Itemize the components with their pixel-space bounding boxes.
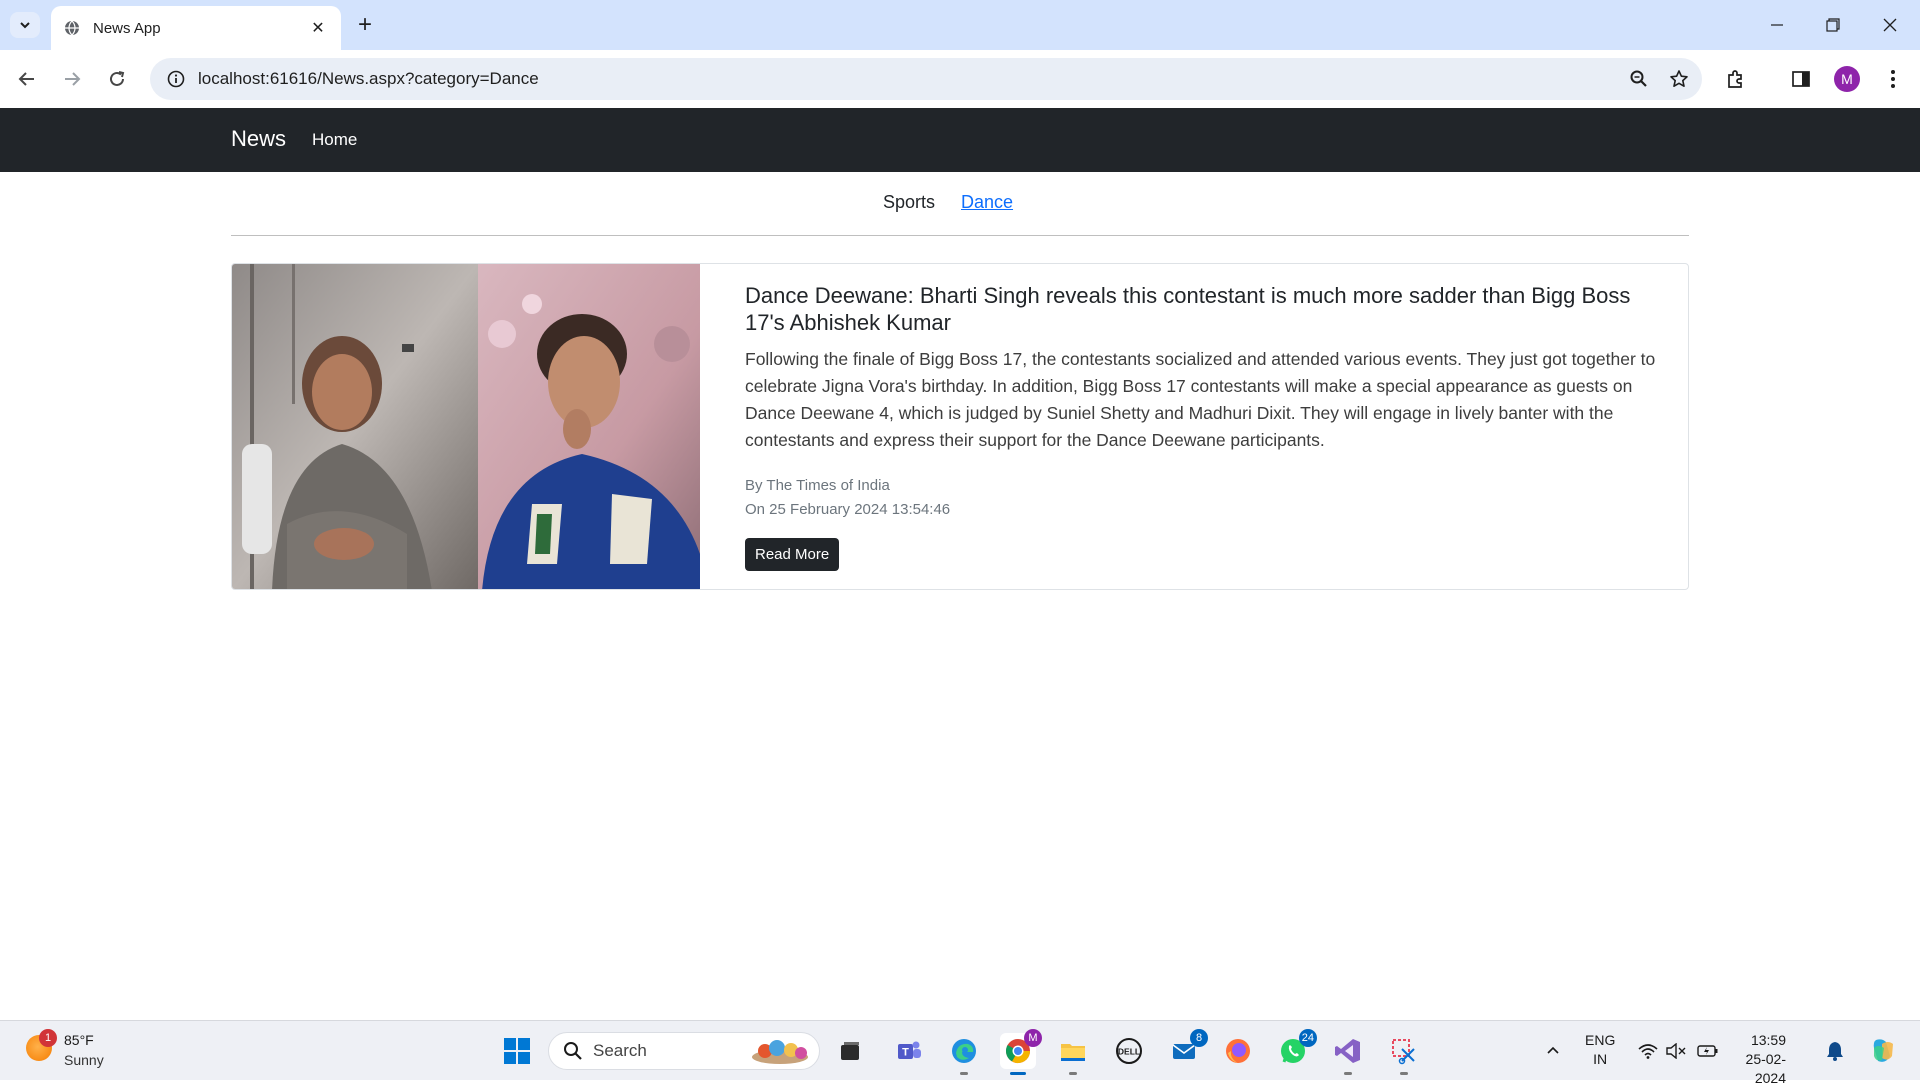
volume-muted-icon[interactable] xyxy=(1664,1039,1688,1063)
snipping-tool-icon[interactable] xyxy=(1386,1033,1422,1075)
dell-icon[interactable]: DELL xyxy=(1111,1033,1147,1069)
windows-taskbar: 1 85°F Sunny Search T M DELL 8 24 ENG IN… xyxy=(0,1020,1920,1086)
category-link-sports[interactable]: Sports xyxy=(883,192,935,213)
teams-icon[interactable]: T xyxy=(891,1033,927,1069)
browser-toolbar: localhost:61616/News.aspx?category=Dance xyxy=(0,50,1920,108)
chrome-profile-badge: M xyxy=(1024,1029,1042,1047)
chevron-down-icon xyxy=(20,22,30,29)
battery-icon[interactable] xyxy=(1696,1039,1720,1063)
news-source: By The Times of India xyxy=(745,477,890,494)
category-link-dance[interactable]: Dance xyxy=(961,192,1013,213)
tab-search-button[interactable] xyxy=(10,12,40,38)
weather-badge: 1 xyxy=(39,1029,57,1047)
search-highlight-art xyxy=(752,1040,808,1064)
running-indicator xyxy=(1400,1072,1408,1075)
browser-tab[interactable]: News App ✕ xyxy=(51,6,341,50)
close-tab-icon[interactable]: ✕ xyxy=(307,17,329,39)
running-indicator xyxy=(960,1072,968,1075)
weather-condition[interactable]: Sunny xyxy=(64,1052,104,1068)
clock-date: 25-02-2024 xyxy=(1745,1051,1786,1086)
region-code: IN xyxy=(1593,1051,1608,1067)
mail-icon[interactable]: 8 xyxy=(1166,1029,1208,1069)
restore-icon[interactable] xyxy=(1813,8,1853,42)
side-panel-icon[interactable] xyxy=(1784,62,1818,96)
site-navbar: News Home xyxy=(0,108,1920,172)
whatsapp-icon[interactable]: 24 xyxy=(1275,1029,1317,1069)
active-indicator xyxy=(1010,1072,1026,1075)
svg-text:DELL: DELL xyxy=(1118,1047,1140,1057)
profile-avatar[interactable]: M xyxy=(1834,66,1860,92)
start-icon[interactable] xyxy=(499,1033,535,1069)
globe-icon xyxy=(63,19,81,37)
bookmark-star-icon[interactable] xyxy=(1662,62,1696,96)
edge-icon[interactable] xyxy=(946,1033,982,1075)
file-explorer-icon[interactable] xyxy=(1055,1033,1091,1075)
zoom-icon[interactable] xyxy=(1622,62,1656,96)
category-bar: Sports Dance xyxy=(231,172,1689,236)
read-more-button[interactable]: Read More xyxy=(745,538,840,571)
search-icon xyxy=(564,1042,582,1060)
news-card-body: Dance Deewane: Bharti Singh reveals this… xyxy=(745,282,1665,571)
whatsapp-badge: 24 xyxy=(1298,1029,1317,1047)
wifi-icon[interactable] xyxy=(1636,1039,1660,1063)
news-title: Dance Deewane: Bharti Singh reveals this… xyxy=(745,283,1631,335)
language-indicator[interactable]: ENG IN xyxy=(1585,1031,1615,1069)
clock-time: 13:59 xyxy=(1750,1032,1786,1048)
kebab-menu-icon[interactable] xyxy=(1876,62,1910,96)
new-tab-button[interactable]: + xyxy=(352,11,378,38)
weather-temp[interactable]: 85°F xyxy=(64,1032,94,1048)
site-brand[interactable]: News xyxy=(231,126,286,152)
news-description: Following the finale of Bigg Boss 17, th… xyxy=(745,349,1656,450)
language-code: ENG xyxy=(1585,1032,1616,1048)
url-text: localhost:61616/News.aspx?category=Dance xyxy=(198,69,539,88)
copilot-icon[interactable] xyxy=(1866,1034,1900,1068)
minimize-icon[interactable] xyxy=(1757,8,1797,42)
svg-text:T: T xyxy=(902,1047,909,1059)
extensions-icon[interactable] xyxy=(1719,62,1753,96)
task-view-icon[interactable] xyxy=(832,1033,868,1069)
taskbar-search[interactable]: Search xyxy=(548,1032,820,1070)
search-label: Search xyxy=(593,1041,647,1060)
system-clock[interactable]: 13:59 25-02-2024 xyxy=(1726,1031,1786,1088)
back-icon[interactable] xyxy=(10,62,44,96)
forward-icon[interactable] xyxy=(55,62,89,96)
tab-strip: News App ✕ + xyxy=(0,0,1920,50)
reload-icon[interactable] xyxy=(100,62,134,96)
nav-home-link[interactable]: Home xyxy=(312,130,357,150)
site-info-icon[interactable] xyxy=(164,67,188,91)
news-date: On 25 February 2024 13:54:46 xyxy=(745,501,951,518)
mail-badge: 8 xyxy=(1190,1029,1208,1047)
firefox-icon[interactable] xyxy=(1220,1033,1256,1069)
chrome-icon[interactable]: M xyxy=(1000,1029,1042,1075)
tab-title: News App xyxy=(93,19,161,37)
running-indicator xyxy=(1069,1072,1077,1075)
chevron-up-icon[interactable] xyxy=(1541,1039,1565,1063)
running-indicator xyxy=(1344,1072,1352,1075)
notification-bell-icon[interactable] xyxy=(1823,1039,1847,1063)
visual-studio-icon[interactable] xyxy=(1330,1033,1366,1075)
close-window-icon[interactable] xyxy=(1870,8,1910,42)
address-bar[interactable]: localhost:61616/News.aspx?category=Dance xyxy=(150,58,1702,100)
news-thumbnail xyxy=(232,264,700,589)
news-card: Dance Deewane: Bharti Singh reveals this… xyxy=(231,263,1689,590)
